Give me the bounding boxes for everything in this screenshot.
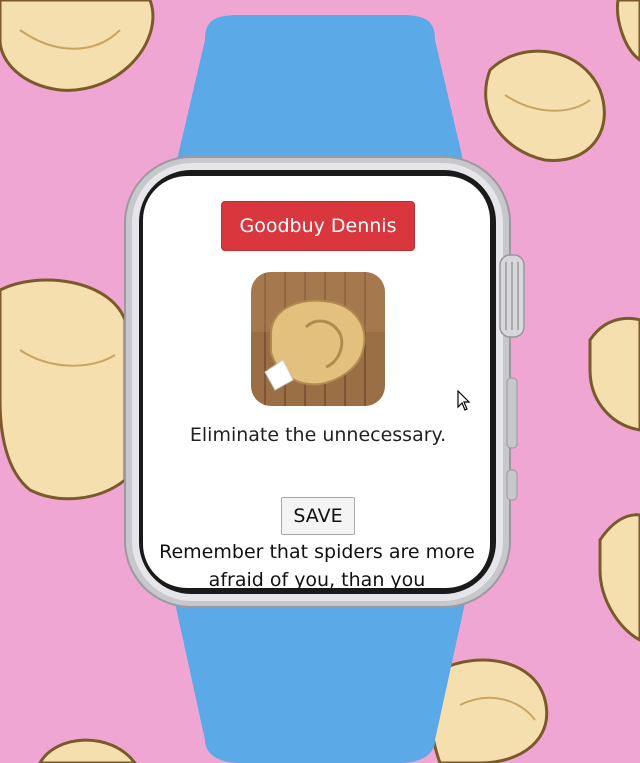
watch-screen: Goodbuy Dennis Eliminate the unnecessary… <box>143 176 490 588</box>
save-button[interactable]: SAVE <box>281 497 355 535</box>
goodbuy-button[interactable]: Goodbuy Dennis <box>221 201 415 251</box>
fortune-message: Remember that spiders are more afraid of… <box>159 541 475 588</box>
mouse-cursor-icon <box>457 390 471 411</box>
side-button <box>506 377 518 449</box>
fortune-text: Eliminate the unnecessary. <box>189 424 447 446</box>
fortune-cookie-icon <box>251 272 385 406</box>
